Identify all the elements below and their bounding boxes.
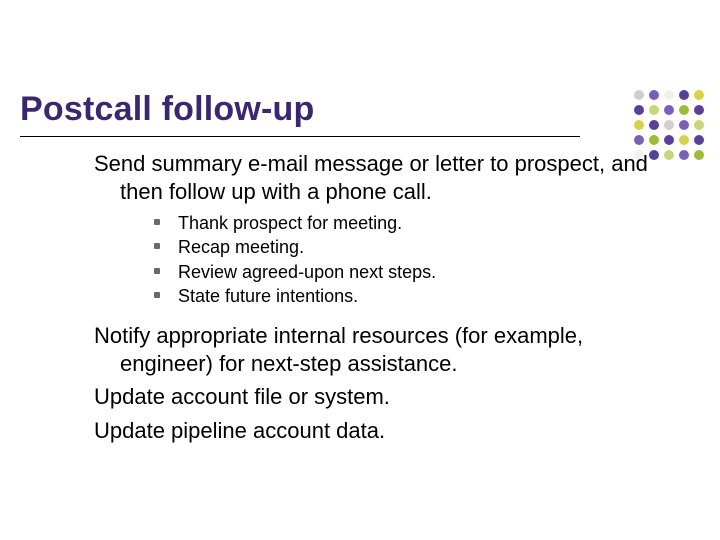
trailing-paragraphs: Notify appropriate internal resources (f… (94, 322, 654, 444)
body-text: Send summary e-mail message or letter to… (94, 150, 654, 450)
list-item: Review agreed-upon next steps. (152, 260, 654, 284)
list-item: Thank prospect for meeting. (152, 211, 654, 235)
slide-title: Postcall follow-up (20, 90, 315, 129)
tail-paragraph: Update pipeline account data. (94, 417, 654, 445)
list-item: State future intentions. (152, 284, 654, 308)
slide: Postcall follow-up Send summary e-mail m… (0, 0, 720, 540)
sub-bullet-list: Thank prospect for meeting. Recap meetin… (152, 211, 654, 308)
tail-paragraph: Notify appropriate internal resources (f… (94, 322, 654, 377)
list-item: Recap meeting. (152, 235, 654, 259)
intro-paragraph: Send summary e-mail message or letter to… (94, 150, 654, 205)
tail-paragraph: Update account file or system. (94, 383, 654, 411)
title-underline (20, 136, 580, 137)
